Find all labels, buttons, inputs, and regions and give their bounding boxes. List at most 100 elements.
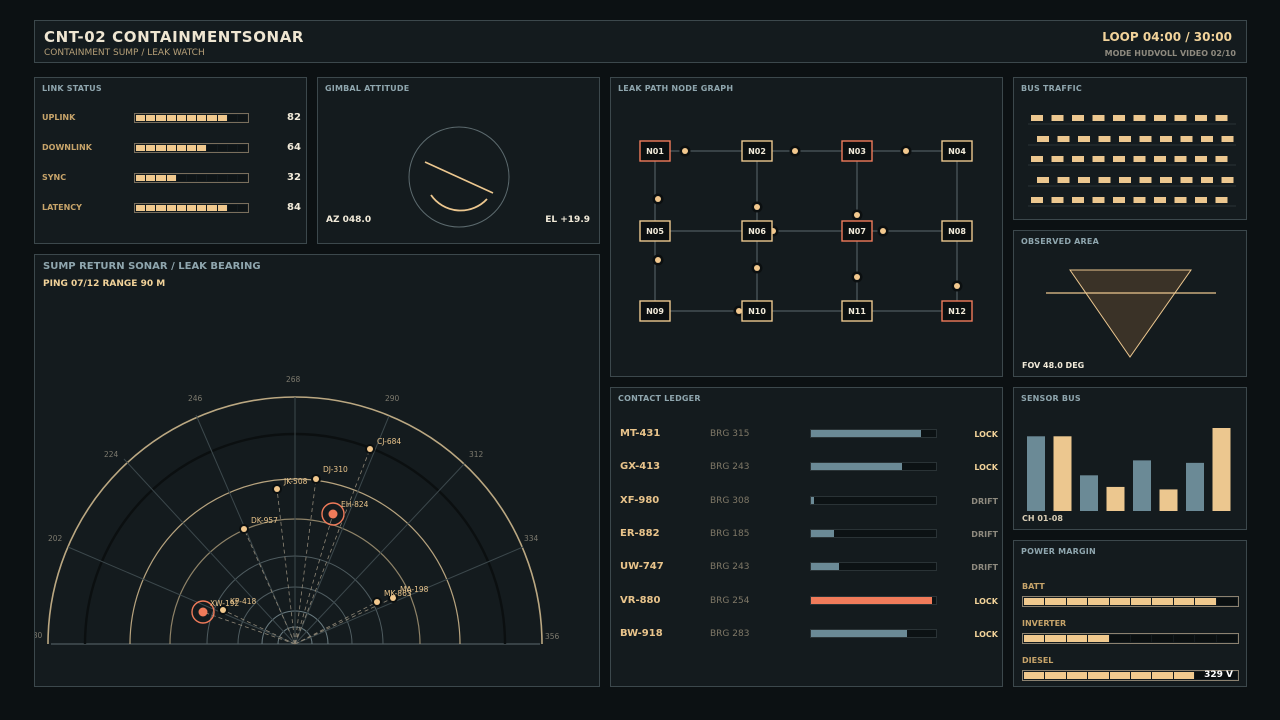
graph-node[interactable]: N04: [941, 140, 973, 162]
bar-segment: [146, 205, 156, 211]
ledger-row[interactable]: VR-880 BRG 254 LOCK: [620, 594, 1000, 608]
bus-packet: [1057, 136, 1070, 142]
bar-segment: [197, 145, 207, 151]
graph-node[interactable]: N08: [941, 220, 973, 242]
contact-bearing: BRG 243: [710, 462, 750, 473]
ledger-row[interactable]: XF-980 BRG 308 DRIFT: [620, 494, 1000, 508]
bar-segment: [146, 175, 156, 181]
loop-timer: LOOP 04:00 / 30:00: [1102, 30, 1232, 44]
ledger-row[interactable]: ER-882 BRG 185 DRIFT: [620, 527, 1000, 541]
contact-id: BW-918: [620, 627, 663, 639]
bar-segment: [186, 175, 197, 181]
link-level-bar: [134, 143, 249, 153]
link-label: UPLINK: [42, 113, 76, 122]
contact-dot: [367, 446, 373, 452]
panel-title: LINK STATUS: [42, 84, 102, 93]
link-value: 32: [287, 172, 301, 183]
node-graph-panel: LEAK PATH NODE GRAPH N01 N02 N03 N04 N05 N06 N…: [610, 77, 1003, 377]
graph-node[interactable]: N11: [841, 300, 873, 322]
contact-status: DRIFT: [971, 529, 998, 539]
power-level-bar: [1022, 596, 1239, 607]
bar-segment: [207, 115, 217, 121]
graph-node[interactable]: N02: [741, 140, 773, 162]
bar-segment: [1173, 598, 1195, 605]
bus-packet: [1113, 115, 1125, 121]
graph-node[interactable]: N01: [639, 140, 671, 162]
bar-segment: [1131, 635, 1152, 642]
link-row: SYNC 32: [42, 172, 302, 184]
bus-packet: [1215, 115, 1228, 121]
sensor-bar: [1159, 489, 1178, 511]
graph-node[interactable]: N07: [841, 220, 873, 242]
bus-packet: [1072, 156, 1084, 162]
graph-node[interactable]: N09: [639, 300, 671, 322]
voltage-readout: 329 V: [1204, 670, 1233, 680]
bus-packet: [1133, 115, 1146, 121]
bar-segment: [136, 145, 146, 151]
bar-segment: [166, 205, 176, 211]
bus-packet: [1078, 136, 1090, 142]
contact-strength-fill: [811, 430, 921, 437]
bar-segment: [1131, 598, 1152, 605]
power-margin-panel: POWER MARGIN BATT INVERTER DIESEL 329 V: [1013, 540, 1247, 687]
bar-segment: [1024, 672, 1045, 679]
bar-segment: [166, 175, 176, 181]
sonar-panel: SUMP RETURN SONAR / LEAK BEARING PING 07…: [34, 254, 600, 687]
header-bar: CNT-02 CONTAINMENTSONAR CONTAINMENT SUMP…: [34, 20, 1247, 63]
bar-segment: [197, 115, 207, 121]
contact-dot: [374, 599, 380, 605]
contact-id: GX-413: [620, 461, 661, 473]
app-title: CNT-02 CONTAINMENTSONAR: [44, 28, 305, 46]
sonar-display[interactable]: 180 202 224 246 268 290 312 334 356 CJ-684 DJ-310…: [35, 255, 601, 688]
graph-node[interactable]: N06: [741, 220, 773, 242]
bar-segment: [227, 205, 237, 211]
bar-segment: [207, 175, 217, 181]
graph-node[interactable]: N10: [741, 300, 773, 322]
bus-packet: [1092, 156, 1105, 162]
graph-node[interactable]: N03: [841, 140, 873, 162]
sensor-bus-panel: SENSOR BUS CH 01-08: [1013, 387, 1247, 530]
bar-segment: [217, 175, 227, 181]
panel-title: CONTACT LEDGER: [618, 394, 701, 403]
bus-traffic-lanes: [1028, 115, 1236, 207]
bar-segment: [1045, 598, 1066, 605]
graph-packet: [854, 212, 860, 218]
sensor-bar: [1027, 436, 1045, 511]
bus-packet: [1133, 197, 1146, 203]
ledger-row[interactable]: UW-747 BRG 243 DRIFT: [620, 560, 1000, 574]
sonar-contact[interactable]: DJ-310: [311, 465, 348, 484]
bar-segment: [1195, 598, 1216, 605]
contact-status: LOCK: [974, 430, 998, 439]
bearing-tick-label: 224: [104, 450, 119, 459]
ledger-row[interactable]: BW-918 BRG 283 LOCK: [620, 627, 1000, 641]
bar-segment: [1066, 635, 1088, 642]
graph-packet: [655, 257, 661, 263]
bar-segment: [237, 205, 248, 211]
bus-packet: [1092, 115, 1105, 121]
graph-node[interactable]: N12: [941, 300, 973, 322]
ledger-row[interactable]: GX-413 BRG 243 LOCK: [620, 460, 1000, 474]
contact-bearing: BRG 254: [710, 595, 750, 606]
contact-dot: [328, 509, 338, 519]
bar-segment: [1152, 635, 1173, 642]
graph-packet: [754, 265, 760, 271]
bar-segment: [217, 205, 227, 211]
link-label: DOWNLINK: [42, 143, 92, 152]
bus-packet: [1201, 177, 1213, 183]
sonar-contact[interactable]: CJ-684: [365, 437, 401, 454]
ledger-row[interactable]: MT-431 BRG 315 LOCK: [620, 427, 1000, 441]
bar-segment: [237, 175, 248, 181]
link-status-panel: LINK STATUS UPLINK 82 DOWNLINK 64 SYNC 32 LATE…: [34, 77, 307, 244]
bar-segment: [207, 205, 217, 211]
mode-readout: MODE HUDVOLL VIDEO 02/10: [1104, 49, 1236, 58]
bus-packet: [1119, 177, 1131, 183]
contact-status: DRIFT: [971, 563, 998, 573]
graph-packet: [954, 283, 960, 289]
bus-packet: [1119, 136, 1131, 142]
sensor-bus-chart: [1027, 428, 1231, 511]
bus-packet: [1160, 136, 1172, 142]
graph-node[interactable]: N05: [639, 220, 671, 242]
bar-segment: [156, 175, 166, 181]
bus-packet: [1113, 197, 1125, 203]
contact-status: LOCK: [974, 596, 998, 606]
